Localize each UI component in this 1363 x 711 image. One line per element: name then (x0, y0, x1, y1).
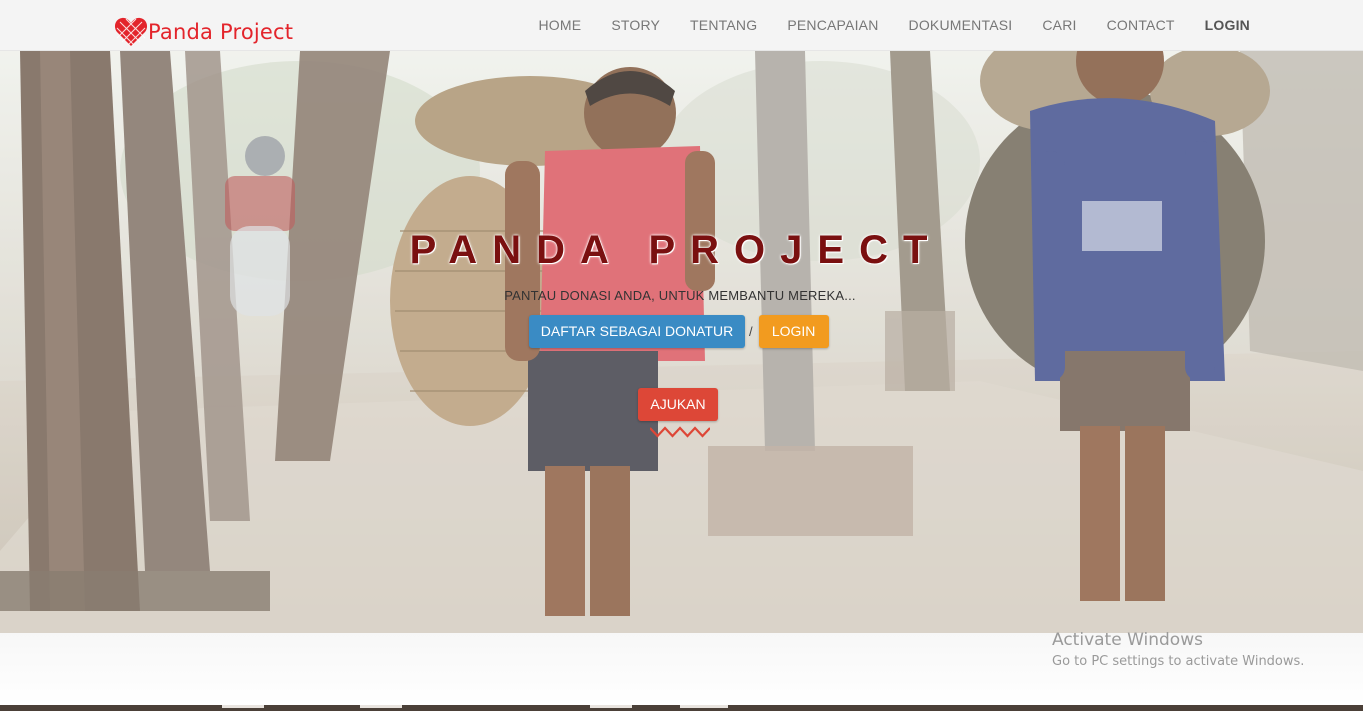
hero-cta-row: DAFTAR SEBAGAI DONATUR / LOGIN (529, 315, 829, 348)
hero-title: PANDA PROJECT (409, 228, 943, 272)
nav-tentang[interactable]: TENTANG (690, 17, 757, 35)
windows-activation-watermark: Activate Windows Go to PC settings to ac… (1052, 630, 1304, 669)
hero-section: PANDA PROJECT PANTAU DONASI ANDA, UNTUK … (0, 51, 1363, 633)
nav-home[interactable]: HOME (539, 17, 582, 35)
brand-link[interactable]: Panda Project (114, 16, 293, 48)
nav-login[interactable]: LOGIN (1205, 17, 1250, 35)
register-donor-button[interactable]: DAFTAR SEBAGAI DONATUR (529, 315, 745, 348)
heart-icon (114, 17, 148, 46)
zigzag-divider-icon (650, 426, 710, 438)
nav-contact[interactable]: CONTACT (1107, 17, 1175, 35)
hero-login-button[interactable]: LOGIN (758, 315, 829, 348)
nav-dokumentasi[interactable]: DOKUMENTASI (909, 17, 1013, 35)
ajukan-button[interactable]: AJUKAN (638, 388, 718, 421)
nav-menu: HOME STORY TENTANG PENCAPAIAN DOKUMENTAS… (509, 0, 1251, 51)
nav-pencapaian[interactable]: PENCAPAIAN (787, 17, 878, 35)
nav-story[interactable]: STORY (611, 17, 660, 35)
brand-name: Panda Project (148, 19, 294, 44)
cta-separator: / (749, 324, 753, 339)
top-navbar: Panda Project HOME STORY TENTANG PENCAPA… (0, 0, 1363, 51)
hero-subtitle: PANTAU DONASI ANDA, UNTUK MEMBANTU MEREK… (504, 288, 856, 303)
nav-cari[interactable]: CARI (1042, 17, 1076, 35)
bottom-strip (0, 705, 1363, 711)
submit-area: AJUKAN (638, 388, 718, 438)
watermark-subtitle: Go to PC settings to activate Windows. (1052, 654, 1305, 669)
watermark-title: Activate Windows (1052, 630, 1203, 650)
